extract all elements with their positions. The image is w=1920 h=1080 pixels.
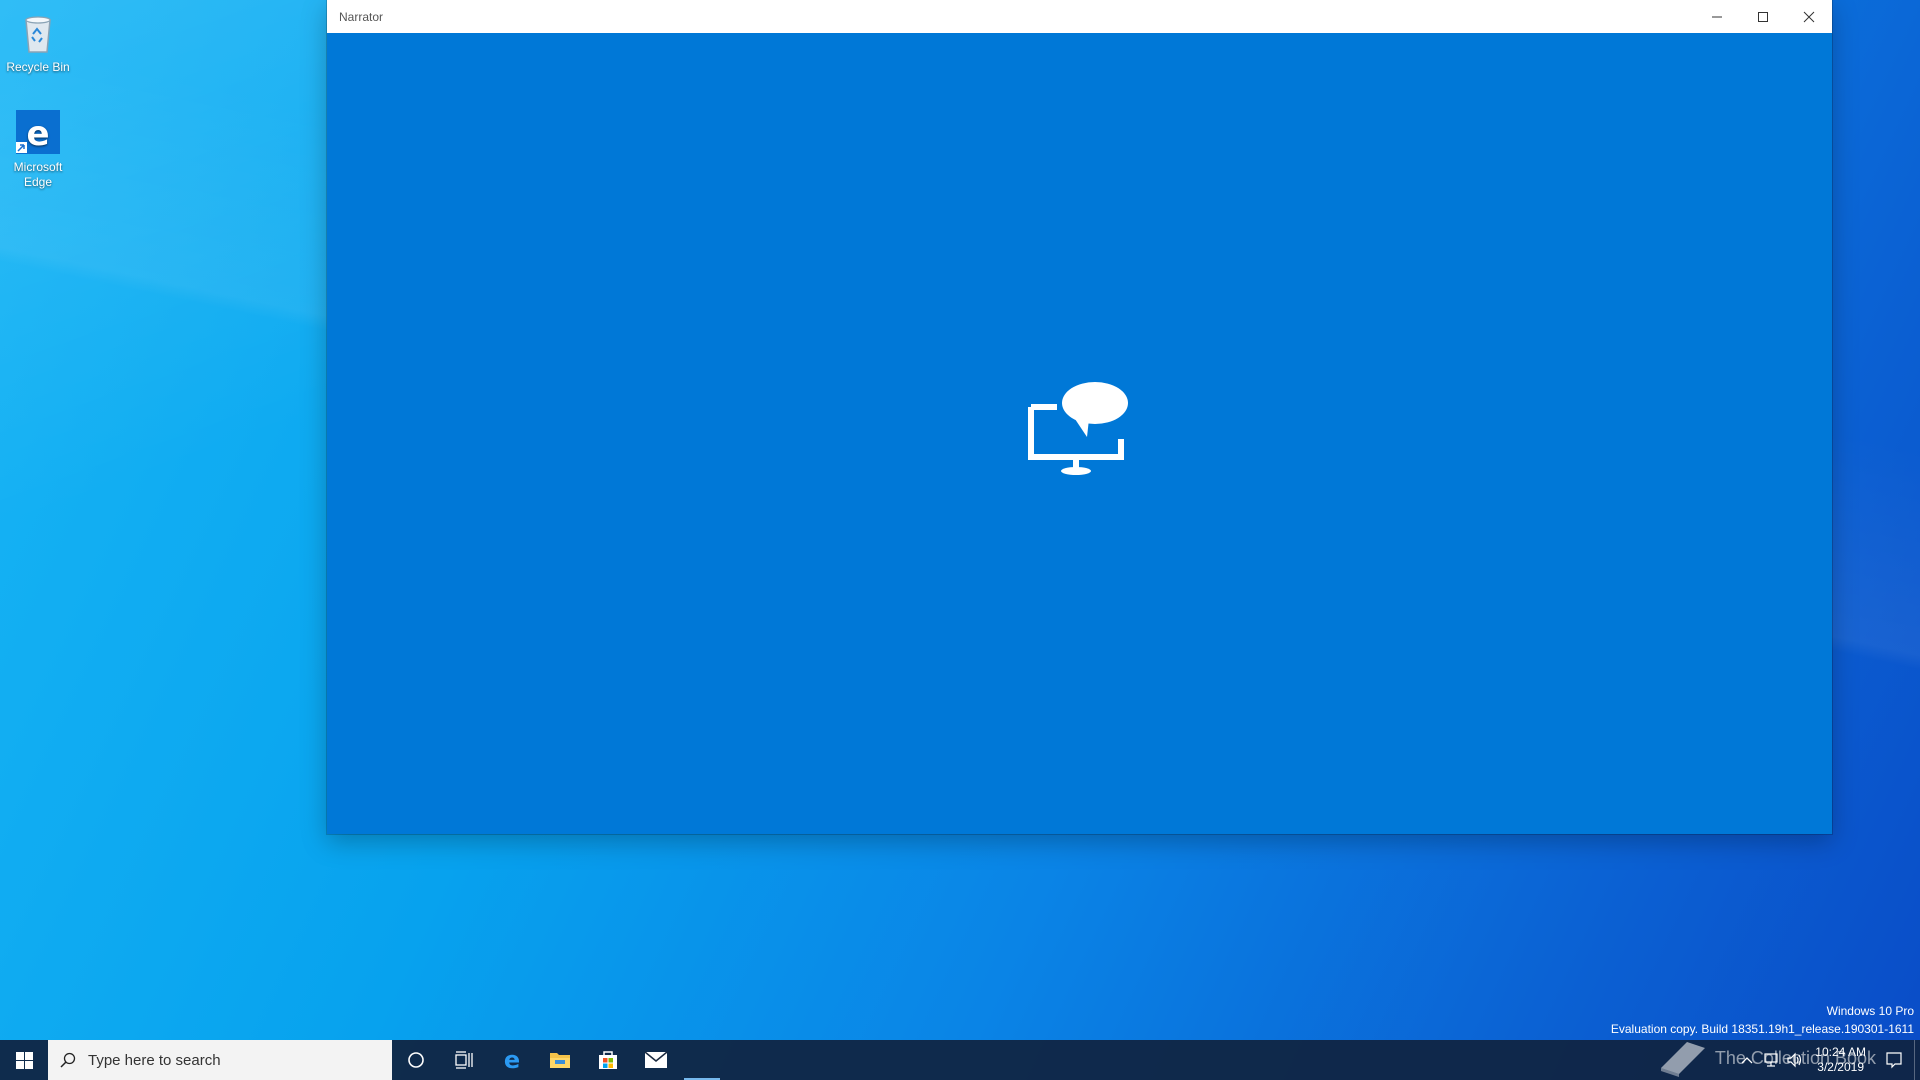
narrator-window: Narrator	[327, 0, 1832, 834]
recycle-bin-icon	[14, 8, 62, 56]
taskbar-narrator-button[interactable]	[680, 1040, 724, 1080]
search-icon	[60, 1052, 76, 1068]
notification-icon	[1886, 1052, 1902, 1069]
chevron-up-icon	[1741, 1057, 1753, 1064]
taskbar-store-button[interactable]	[584, 1040, 632, 1080]
taskbar-mail-button[interactable]	[632, 1040, 680, 1080]
system-tray: 10:24 AM 3/2/2019	[1735, 1040, 1920, 1080]
start-button[interactable]	[0, 1040, 48, 1080]
tray-chevron-button[interactable]	[1735, 1040, 1759, 1080]
watermark-edition: Windows 10 Pro	[1826, 1004, 1914, 1018]
clock-date: 3/2/2019	[1817, 1060, 1864, 1074]
task-view-icon	[455, 1051, 473, 1069]
svg-text:e: e	[26, 114, 49, 154]
desktop-icon-label: Recycle Bin	[6, 60, 70, 74]
taskbar-file-explorer-button[interactable]	[536, 1040, 584, 1080]
close-button[interactable]	[1786, 0, 1832, 33]
volume-icon	[1787, 1052, 1802, 1068]
action-center-button[interactable]	[1874, 1040, 1914, 1080]
task-view-button[interactable]	[440, 1040, 488, 1080]
tray-network-button[interactable]	[1759, 1040, 1783, 1080]
desktop-icon-label: Microsoft Edge	[13, 160, 63, 189]
windows-logo-icon	[15, 1051, 33, 1069]
maximize-icon	[1758, 11, 1768, 22]
taskbar-edge-button[interactable]: e	[488, 1040, 536, 1080]
mail-icon	[644, 1051, 668, 1068]
taskbar: Type here to search e 10:24 AM 3/2/2019	[0, 1040, 1920, 1080]
network-icon	[1764, 1053, 1778, 1067]
circle-icon	[408, 1052, 424, 1068]
cortana-button[interactable]	[392, 1040, 440, 1080]
minimize-icon	[1712, 16, 1722, 17]
window-content	[327, 33, 1832, 834]
edge-icon: e	[14, 108, 62, 156]
watermark-build: Evaluation copy. Build 18351.19h1_releas…	[1610, 1022, 1914, 1036]
show-desktop-button[interactable]	[1914, 1040, 1920, 1080]
taskbar-clock[interactable]: 10:24 AM 3/2/2019	[1807, 1045, 1874, 1075]
tray-volume-button[interactable]	[1783, 1040, 1807, 1080]
minimize-button[interactable]	[1694, 0, 1740, 33]
edge-icon: e	[504, 1048, 520, 1072]
narrator-icon	[1028, 382, 1128, 475]
close-icon	[1803, 11, 1815, 22]
folder-icon	[550, 1053, 570, 1068]
desktop-icon-recycle-bin[interactable]: Recycle Bin	[2, 8, 74, 75]
search-placeholder: Type here to search	[88, 1051, 221, 1069]
store-icon	[599, 1051, 617, 1069]
window-title: Narrator	[339, 9, 384, 24]
desktop-icon-edge[interactable]: e Microsoft Edge	[2, 108, 74, 190]
maximize-button[interactable]	[1740, 0, 1786, 33]
taskbar-search-box[interactable]: Type here to search	[48, 1040, 392, 1080]
clock-time: 10:24 AM	[1815, 1045, 1866, 1059]
windows-watermark: Windows 10 Pro Evaluation copy. Build 18…	[1611, 1002, 1914, 1038]
window-titlebar[interactable]: Narrator	[327, 0, 1832, 33]
svg-text:e: e	[504, 1048, 520, 1072]
